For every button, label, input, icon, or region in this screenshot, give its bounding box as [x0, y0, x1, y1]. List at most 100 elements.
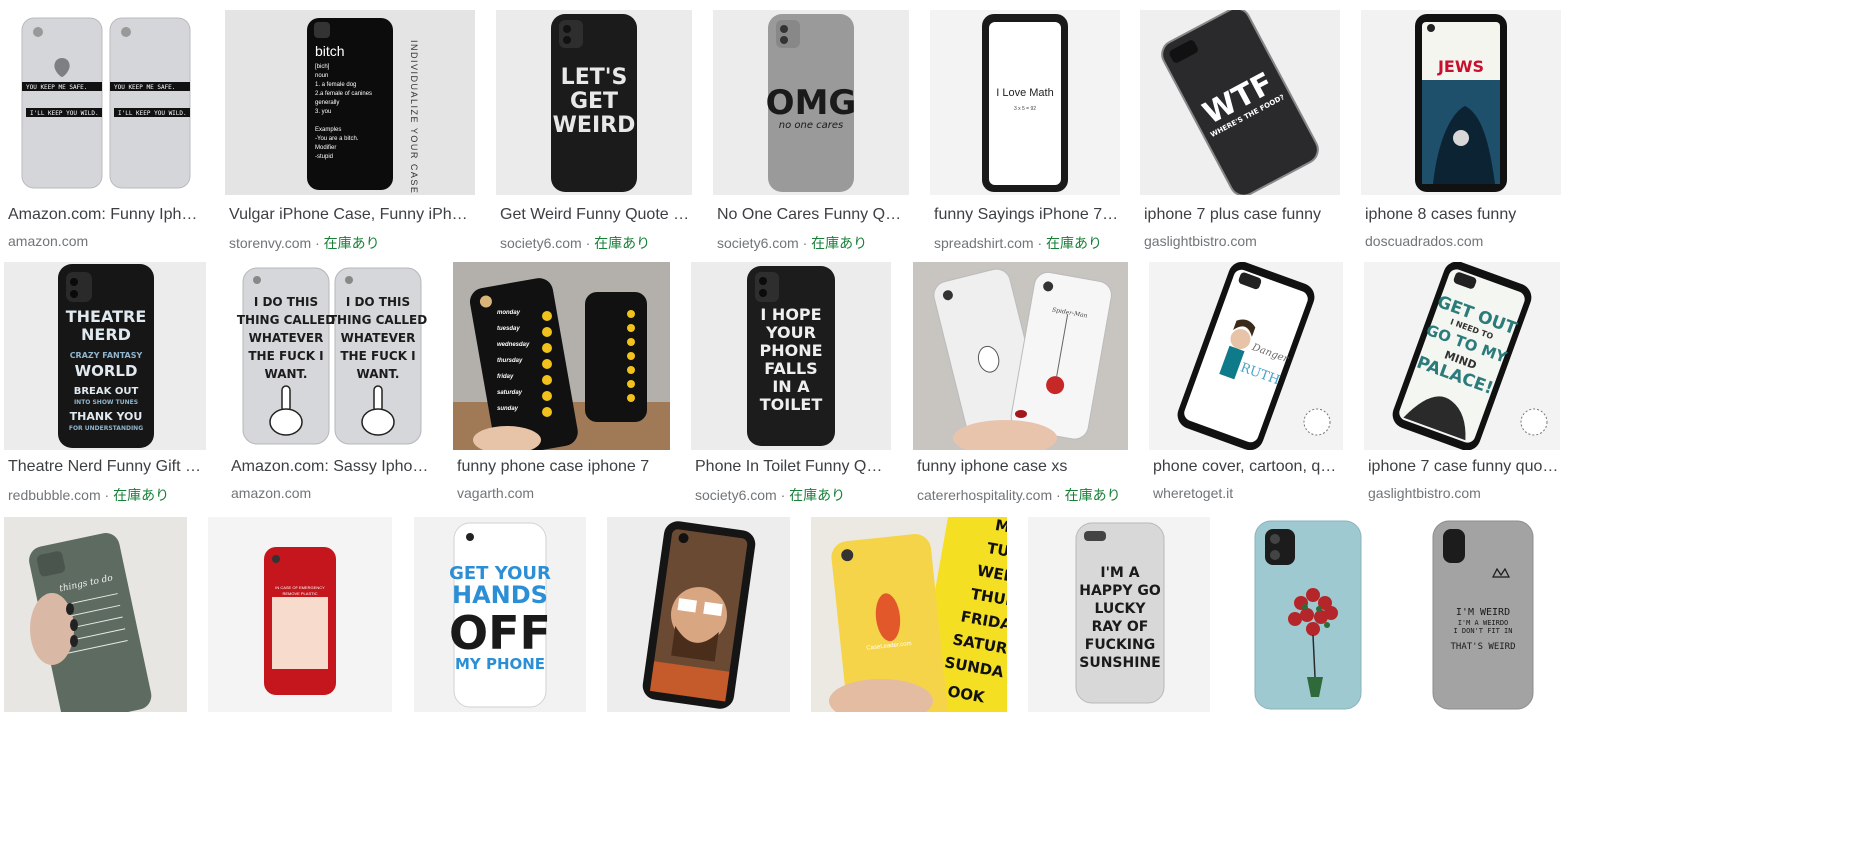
result-card[interactable]: OMG no one cares No One Cares Funny Quot…	[713, 10, 909, 285]
result-thumbnail[interactable]: things to do	[4, 517, 187, 712]
result-card[interactable]: Danger RUTH phone cover, cartoon, quote …	[1149, 262, 1343, 502]
result-card[interactable]: Spider-Man funny iphone case xs catererh…	[913, 262, 1128, 503]
case-text: WEIRD	[553, 113, 636, 138]
result-title[interactable]: funny phone case iphone 7	[457, 458, 670, 476]
result-title[interactable]: funny Sayings iPhone 7 & 8 ...	[934, 206, 1120, 224]
result-thumbnail[interactable]: LET'S GET WEIRD	[496, 10, 692, 195]
case-text: THEATRE	[66, 307, 147, 326]
result-source: gaslightbistro.com	[1144, 233, 1340, 249]
in-stock-badge: 在庫あり	[811, 235, 868, 251]
case-text: TOILET	[760, 395, 823, 414]
result-thumbnail[interactable]: I Love Math 3 x 5 = 92	[930, 10, 1120, 195]
result-card[interactable]: I DO THIS THING CALLED WHATEVER THE FUCK…	[227, 262, 432, 502]
result-thumbnail[interactable]: I'M A HAPPY GO LUCKY RAY OF FUCKING SUNS…	[1028, 517, 1210, 712]
in-stock-badge: 在庫あり	[113, 487, 170, 503]
case-text: [bich]	[315, 64, 330, 70]
result-card[interactable]: LET'S GET WEIRD Get Weird Funny Quote iP…	[496, 10, 692, 285]
result-card[interactable]: I Love Math 3 x 5 = 92 funny Sayings iPh…	[930, 10, 1120, 285]
case-text: noun	[315, 73, 328, 79]
result-title[interactable]: No One Cares Funny Quote i...	[717, 206, 909, 224]
source-domain: storenvy.com	[229, 235, 312, 251]
case-text: WORLD	[75, 362, 138, 380]
case-text: INDIVIDUALIZE YOUR CASE	[409, 40, 419, 194]
case-text: I DO THIS	[254, 295, 318, 309]
result-card[interactable]: bitch [bich] noun 1. a female dog 2.a fe…	[225, 10, 475, 285]
result-source: gaslightbistro.com	[1368, 485, 1560, 501]
result-title[interactable]: phone cover, cartoon, quote ...	[1153, 458, 1343, 476]
result-thumbnail[interactable]: I HOPE YOUR PHONE FALLS IN A TOILET	[691, 262, 891, 450]
result-thumbnail[interactable]: GET YOUR HANDS OFF MY PHONE	[414, 517, 586, 712]
result-source: amazon.com	[8, 233, 204, 249]
case-text: 1. a female dog	[315, 82, 356, 88]
result-title[interactable]: Get Weird Funny Quote iPhon...	[500, 206, 692, 224]
result-card[interactable]: WTF WHERE'S THE FOOD? iphone 7 plus case…	[1140, 10, 1340, 285]
case-text: I'LL KEEP YOU WILD.	[118, 110, 187, 117]
result-title[interactable]: Theatre Nerd Funny Gift For T...	[8, 458, 206, 476]
case-text: 3 x 5 = 92	[1014, 106, 1036, 112]
source-domain: amazon.com	[8, 233, 89, 249]
result-card[interactable]: YOU KEEP ME SAFE. YOU KEEP ME SAFE. I'LL…	[4, 10, 204, 285]
source-domain: society6.com	[500, 235, 582, 251]
result-title[interactable]: Amazon.com: Funny Iphone C...	[8, 206, 204, 224]
case-text: I DON'T FIT IN	[1453, 627, 1512, 635]
case-text: HANDS	[452, 581, 548, 609]
result-card[interactable]: JEWS iphone 8 cases funny doscuadrados.c…	[1361, 10, 1561, 285]
result-thumbnail[interactable]: monday tuesday wednesday thursday friday…	[453, 262, 670, 450]
case-text: Modifier	[315, 145, 336, 151]
result-thumbnail[interactable]: Danger RUTH	[1149, 262, 1343, 450]
result-thumbnail[interactable]: GET OUT I NEED TO GO TO MY MIND PALACE!	[1364, 262, 1560, 450]
result-thumbnail[interactable]: JEWS	[1361, 10, 1561, 195]
case-text: IN CASE OF EMERGENCY	[275, 585, 325, 590]
case-text: friday	[497, 374, 514, 380]
result-thumbnail[interactable]: Spider-Man	[913, 262, 1128, 450]
case-text: INTO SHOW TUNES	[74, 399, 138, 406]
result-thumbnail[interactable]: I'M WEIRD I'M A WEIRDO I DON'T FIT IN TH…	[1405, 517, 1561, 712]
result-title[interactable]: iphone 8 cases funny	[1365, 206, 1561, 224]
case-text: SUNSHINE	[1079, 655, 1160, 671]
case-text: LUCKY	[1094, 601, 1146, 617]
source-domain: catererhospitality.com	[917, 487, 1053, 503]
result-title[interactable]: Amazon.com: Sassy Iphone Ca...	[231, 458, 432, 476]
result-title[interactable]: iphone 7 plus case funny	[1144, 206, 1340, 224]
source-domain: redbubble.com	[8, 487, 101, 503]
result-thumbnail[interactable]: I DO THIS THING CALLED WHATEVER THE FUCK…	[227, 262, 432, 450]
result-thumbnail[interactable]: YOU KEEP ME SAFE. YOU KEEP ME SAFE. I'LL…	[4, 10, 204, 195]
result-source: wheretoget.it	[1153, 485, 1343, 501]
result-thumbnail[interactable]: OMG no one cares	[713, 10, 909, 195]
result-title[interactable]: Phone In Toilet Funny Quote i...	[695, 458, 891, 476]
result-thumbnail[interactable]: bitch [bich] noun 1. a female dog 2.a fe…	[225, 10, 475, 195]
case-text: FALLS	[764, 359, 817, 378]
result-thumbnail[interactable]	[607, 517, 790, 712]
case-text: REMOVE PLASTIC	[282, 591, 317, 596]
case-text: THING CALLED	[329, 313, 427, 327]
case-text: IN A	[772, 377, 810, 396]
result-title[interactable]: Vulgar iPhone Case, Funny iPhone Ca...	[229, 206, 475, 224]
case-text: THING CALLED	[237, 313, 335, 327]
case-text: YOU KEEP ME SAFE.	[26, 84, 87, 91]
in-stock-badge: 在庫あり	[1046, 235, 1103, 251]
case-text: THAT'S WEIRD	[1450, 642, 1515, 652]
result-source: society6.com · 在庫あり	[500, 235, 651, 251]
case-text: tuesday	[497, 326, 520, 332]
result-card[interactable]: monday tuesday wednesday thursday friday…	[453, 262, 670, 502]
result-thumbnail[interactable]: MO TUS WED THUR FRIDA SATUR SUNDA OOK Ca…	[811, 517, 1007, 712]
case-text: LET'S	[561, 65, 628, 90]
result-title[interactable]: iphone 7 case funny quotes	[1368, 458, 1560, 476]
result-thumbnail[interactable]: IN CASE OF EMERGENCY REMOVE PLASTIC	[208, 517, 392, 712]
case-text: I Love Math	[996, 87, 1053, 99]
result-source: vagarth.com	[457, 485, 670, 501]
result-thumbnail[interactable]	[1231, 517, 1384, 712]
result-card[interactable]: I HOPE YOUR PHONE FALLS IN A TOILET Phon…	[691, 262, 891, 503]
result-thumbnail[interactable]: WTF WHERE'S THE FOOD?	[1140, 10, 1340, 195]
case-text: THANK YOU	[70, 410, 143, 423]
case-text: THE FUCK I	[340, 349, 415, 363]
case-text: WANT.	[357, 367, 400, 381]
result-card[interactable]: GET OUT I NEED TO GO TO MY MIND PALACE! …	[1364, 262, 1560, 502]
result-title[interactable]: funny iphone case xs	[917, 458, 1128, 476]
result-card[interactable]: THEATRE NERD CRAZY FANTASY WORLD BREAK O…	[4, 262, 206, 503]
case-text: GET	[570, 89, 618, 114]
case-text: OFF	[449, 606, 551, 660]
result-thumbnail[interactable]: THEATRE NERD CRAZY FANTASY WORLD BREAK O…	[4, 262, 206, 450]
case-text: 3. you	[315, 109, 331, 115]
source-domain: society6.com	[717, 235, 799, 251]
